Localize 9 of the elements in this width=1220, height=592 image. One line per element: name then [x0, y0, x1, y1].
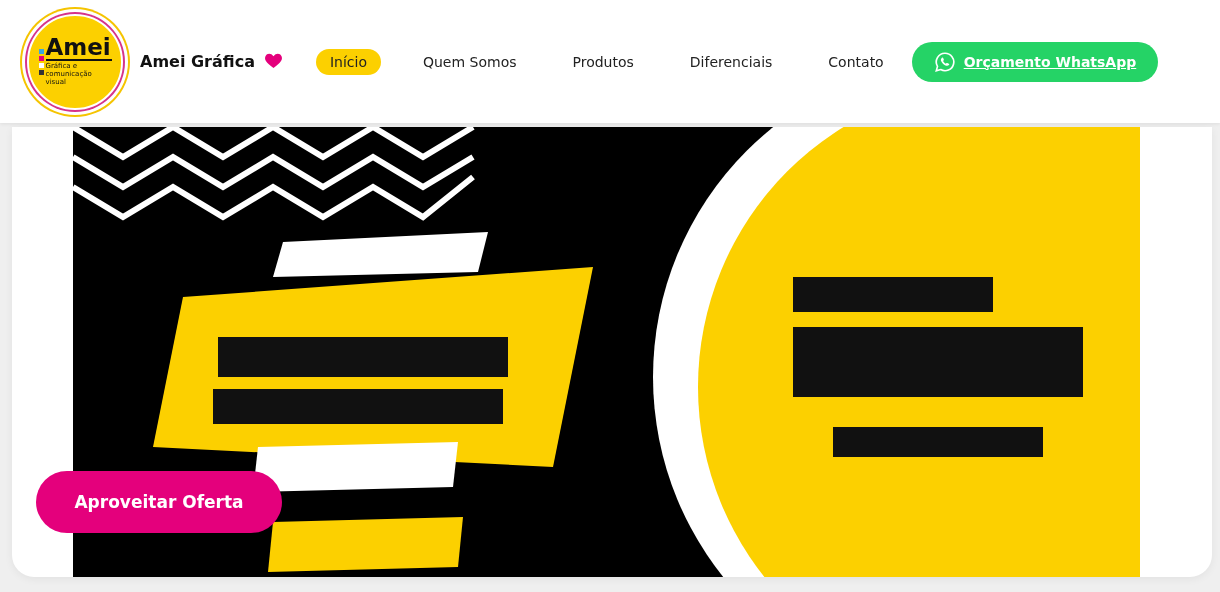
nav-link[interactable]: Início — [315, 48, 381, 75]
offer-button[interactable]: Aproveitar Oferta — [36, 471, 282, 533]
nav-link[interactable]: Contato — [814, 48, 898, 75]
nav-link[interactable]: Diferenciais — [675, 48, 787, 75]
heart-icon — [263, 52, 283, 69]
whatsapp-icon — [933, 50, 956, 73]
brand-name: Amei Gráfica — [140, 52, 255, 71]
nav-link[interactable]: Quem Somos — [408, 48, 531, 75]
nav-link[interactable]: Produtos — [558, 48, 648, 75]
